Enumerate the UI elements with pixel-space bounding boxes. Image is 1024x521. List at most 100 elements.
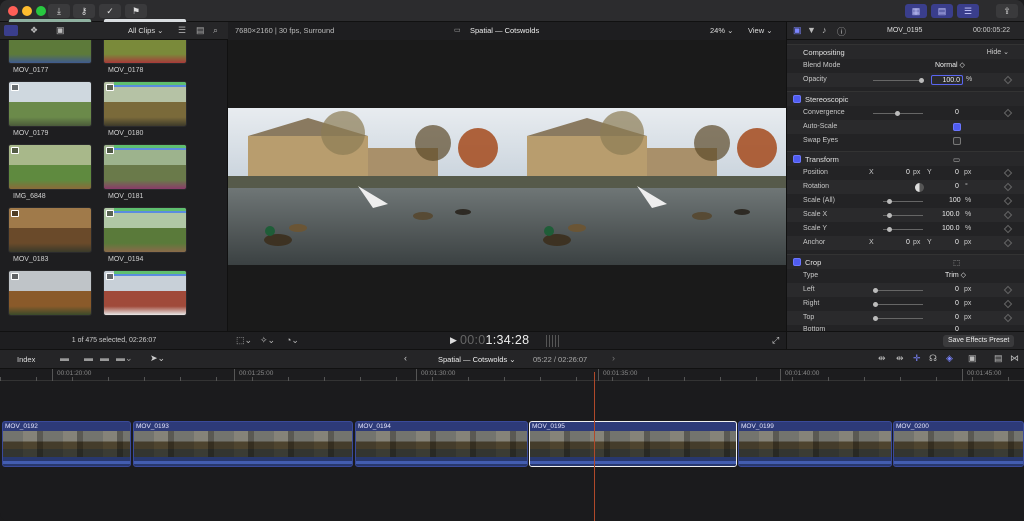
crop-left-slider[interactable] <box>873 288 923 293</box>
crop-top-value[interactable]: 0 <box>955 311 959 325</box>
compositing-hide-button[interactable]: Hide ⌄ <box>987 45 1009 60</box>
position-x-value[interactable]: 0 <box>906 166 910 180</box>
crop-right-value[interactable]: 0 <box>955 297 959 311</box>
minimize-window-button[interactable] <box>22 6 32 16</box>
audio-skimming-icon[interactable]: ⇹ <box>896 353 904 364</box>
playhead[interactable] <box>594 372 595 521</box>
viewer-canvas[interactable] <box>228 108 786 265</box>
audio-inspector-icon[interactable]: ♪ <box>822 25 827 35</box>
clip-filter-dropdown[interactable]: All Clips ⌄ <box>128 26 163 35</box>
filmstrip-view-icon[interactable]: ☰ <box>178 25 186 36</box>
rotation-keyframe-button[interactable] <box>1003 182 1013 192</box>
clip-thumbnail[interactable] <box>8 270 92 316</box>
solo-icon[interactable]: ✛ <box>913 353 921 364</box>
clip-appearance-icon[interactable]: ▤ <box>196 25 205 36</box>
photos-icon[interactable]: ❖ <box>30 25 42 36</box>
swap-eyes-checkbox[interactable] <box>953 137 961 145</box>
timeline-layout-button[interactable]: ▤ <box>931 4 953 18</box>
scale-x-value[interactable]: 100.0 <box>942 208 960 222</box>
save-effects-preset-button[interactable]: Save Effects Preset <box>943 335 1015 347</box>
video-inspector-icon[interactable]: ▣ <box>793 25 802 36</box>
opacity-field[interactable]: 100.0 <box>931 75 963 85</box>
zoom-dropdown[interactable]: 24% ⌄ <box>710 26 733 35</box>
crop-checkbox[interactable] <box>793 258 801 266</box>
fullscreen-icon[interactable]: ⤢ <box>772 335 779 346</box>
opacity-keyframe-button[interactable] <box>1003 75 1013 85</box>
timeline-clip[interactable]: MOV_0200 <box>893 421 1024 467</box>
timeline-clip[interactable]: MOV_0194 <box>355 421 528 467</box>
close-window-button[interactable] <box>8 6 18 16</box>
convergence-value[interactable]: 0 <box>955 106 959 120</box>
speed-tool-icon[interactable]: ◔⌄ <box>286 335 299 346</box>
rotation-value[interactable]: 0 <box>955 180 959 194</box>
enhance-tool-icon[interactable]: ✧⌄ <box>260 335 275 346</box>
position-y-value[interactable]: 0 <box>955 166 959 180</box>
scale-y-knob[interactable] <box>887 227 892 232</box>
transitions-browser-icon[interactable]: ⋈ <box>1010 353 1019 364</box>
forward-arrow-icon[interactable]: › <box>612 353 615 363</box>
convergence-keyframe-button[interactable] <box>1003 108 1013 118</box>
connect-clip-icon[interactable]: ▬ <box>60 353 69 363</box>
timeline-area[interactable]: MOV_0192 MOV_0193 MOV_0194 MOV_0195 MOV_0199… <box>0 381 1024 521</box>
scale-all-slider[interactable] <box>883 199 923 204</box>
titles-icon[interactable]: ▣ <box>56 25 68 36</box>
scale-x-slider[interactable] <box>883 213 923 218</box>
timeline-clip[interactable]: MOV_0199 <box>738 421 892 467</box>
crop-left-knob[interactable] <box>873 288 878 293</box>
timecode-display[interactable]: 00:01:34:28 <box>460 333 529 347</box>
select-tool-icon[interactable]: ➤⌄ <box>150 353 165 364</box>
transform-checkbox[interactable] <box>793 155 801 163</box>
clip-thumbnail[interactable] <box>8 81 92 127</box>
position-keyframe-button[interactable] <box>1003 168 1013 178</box>
overwrite-clip-icon[interactable]: ▬⌄ <box>116 353 133 364</box>
scale-all-knob[interactable] <box>887 199 892 204</box>
opacity-slider-knob[interactable] <box>919 78 924 83</box>
clip-thumbnail[interactable] <box>8 207 92 253</box>
anchor-x-value[interactable]: 0 <box>906 236 910 250</box>
clip-appearance-timeline-icon[interactable]: ▣ <box>968 353 977 364</box>
rotation-dial[interactable] <box>915 183 924 192</box>
crop-left-value[interactable]: 0 <box>955 283 959 297</box>
zoom-window-button[interactable] <box>36 6 46 16</box>
timeline-clip[interactable]: MOV_0193 <box>133 421 353 467</box>
info-inspector-icon[interactable]: ⓘ <box>837 25 846 38</box>
crop-type-select[interactable]: Trim ◇ <box>945 269 966 283</box>
convergence-slider[interactable] <box>873 111 923 116</box>
crop-right-slider[interactable] <box>873 302 923 307</box>
opacity-slider[interactable] <box>873 78 924 83</box>
share-button[interactable]: ⇪ <box>996 4 1018 18</box>
crop-top-knob[interactable] <box>873 316 878 321</box>
browser-layout-button[interactable]: ▦ <box>905 4 927 18</box>
headphones-icon[interactable]: ☊ <box>929 353 937 364</box>
crop-top-slider[interactable] <box>873 316 923 321</box>
view-dropdown[interactable]: View ⌄ <box>748 26 773 35</box>
timeline-clip[interactable]: MOV_0195 <box>529 421 737 467</box>
append-clip-icon[interactable]: ▬ <box>100 353 109 363</box>
index-button[interactable]: Index <box>17 355 35 364</box>
inspector-layout-button[interactable]: ☰ <box>957 4 979 18</box>
crop-right-knob[interactable] <box>873 302 878 307</box>
stereoscopic-checkbox[interactable] <box>793 95 801 103</box>
blend-mode-select[interactable]: Normal ◇ <box>935 59 965 73</box>
snapping-icon[interactable]: ◈ <box>946 353 953 364</box>
scale-all-keyframe-button[interactable] <box>1003 196 1013 206</box>
transform-onscreen-icon[interactable]: ▭ <box>953 152 960 167</box>
crop-onscreen-icon[interactable]: ⬚ <box>953 255 960 270</box>
scale-y-value[interactable]: 100.0 <box>942 222 960 236</box>
scale-x-keyframe-button[interactable] <box>1003 210 1013 220</box>
timeline-clip[interactable]: MOV_0192 <box>2 421 131 467</box>
import-button[interactable]: ⤓ <box>48 4 70 18</box>
libraries-icon[interactable] <box>4 25 18 36</box>
color-inspector-icon[interactable]: ▼ <box>807 25 816 35</box>
effects-browser-icon[interactable]: ▤ <box>994 353 1003 364</box>
crop-right-keyframe-button[interactable] <box>1003 299 1013 309</box>
back-arrow-icon[interactable]: ‹ <box>404 353 407 363</box>
scale-x-knob[interactable] <box>887 213 892 218</box>
anchor-y-value[interactable]: 0 <box>955 236 959 250</box>
clip-thumbnail[interactable] <box>103 207 187 253</box>
auto-scale-checkbox[interactable] <box>953 123 961 131</box>
transform-tool-icon[interactable]: ⬚⌄ <box>236 335 252 346</box>
crop-top-keyframe-button[interactable] <box>1003 313 1013 323</box>
clip-thumbnail[interactable] <box>103 144 187 190</box>
clip-thumbnail[interactable] <box>103 270 187 316</box>
